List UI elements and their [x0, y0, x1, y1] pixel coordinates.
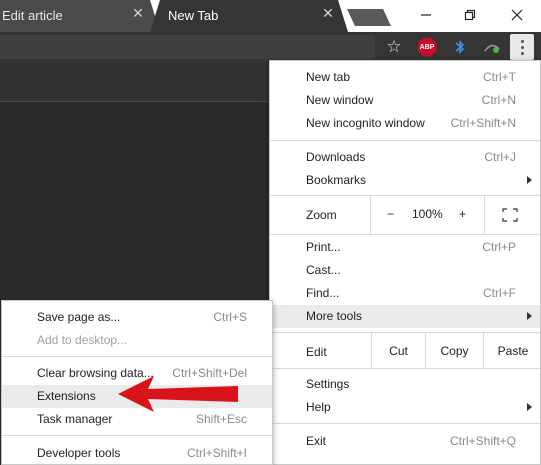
abp-badge: ABP — [417, 37, 437, 57]
tab-strip: Edit article ✕ New Tab ✕ — [0, 0, 541, 32]
menu-item-shortcut: Ctrl+Shift+Q — [449, 434, 516, 448]
cut-button[interactable]: Cut — [371, 333, 425, 368]
menu-item-label: Developer tools — [37, 446, 121, 460]
minimize-icon — [421, 14, 431, 16]
menu-item-label: Help — [306, 400, 331, 414]
menu-item-shortcut: Ctrl+T — [483, 70, 516, 84]
tab-edit-article[interactable]: Edit article ✕ — [0, 0, 160, 32]
bookmark-star-icon[interactable]: ☆ — [383, 36, 405, 58]
menu-item-more-tools[interactable]: More tools — [270, 305, 540, 328]
kebab-menu-icon — [520, 39, 524, 55]
copy-button[interactable]: Copy — [425, 333, 483, 368]
menu-item-label: Cast... — [306, 263, 341, 277]
adblock-plus-icon[interactable]: ABP — [416, 36, 438, 58]
menu-item-label: New tab — [306, 70, 351, 84]
toolbar: ☆ ABP — [0, 32, 541, 62]
menu-item-new-window[interactable]: New window Ctrl+N — [270, 89, 540, 112]
zoom-out-button[interactable]: − — [387, 207, 394, 221]
menu-divider — [2, 356, 272, 357]
menu-item-shortcut: Ctrl+Shift+N — [450, 116, 516, 130]
zoom-level: 100% — [412, 207, 443, 221]
menu-item-downloads[interactable]: Downloads Ctrl+J — [270, 146, 540, 169]
menu-item-help[interactable]: Help — [270, 396, 540, 419]
chrome-menu-button[interactable] — [510, 34, 534, 60]
extension-blue-icon[interactable] — [449, 36, 471, 58]
menu-item-cast[interactable]: Cast... — [270, 259, 540, 282]
restore-icon — [464, 9, 476, 21]
menu-item-shortcut: Ctrl+P — [482, 240, 516, 254]
tab-title: Edit article — [2, 8, 63, 23]
window-close-button[interactable] — [494, 2, 540, 28]
submenu-item-developer-tools[interactable]: Developer tools Ctrl+Shift+I — [2, 442, 272, 465]
menu-item-label: Exit — [306, 434, 327, 448]
menu-item-label: Extensions — [37, 389, 96, 403]
close-icon[interactable]: ✕ — [321, 6, 335, 20]
zoom-label: Zoom — [306, 208, 337, 222]
menu-item-shortcut: Ctrl+F — [483, 286, 516, 300]
menu-item-label: Task manager — [37, 412, 113, 426]
menu-item-shortcut: Ctrl+Shift+I — [186, 446, 247, 460]
submenu-item-add-to-desktop: Add to desktop... — [2, 329, 272, 352]
menu-item-label: Settings — [306, 377, 350, 391]
menu-item-label: Print... — [306, 240, 341, 254]
zoom-in-button[interactable]: + — [459, 207, 466, 221]
menu-item-shortcut: Ctrl+J — [484, 150, 516, 164]
new-tab-button[interactable] — [347, 9, 391, 26]
menu-item-label: Add to desktop... — [37, 333, 128, 347]
menu-item-new-incognito-window[interactable]: New incognito window Ctrl+Shift+N — [270, 112, 540, 135]
submenu-arrow-icon — [527, 176, 532, 184]
menu-item-label: Find... — [306, 286, 340, 300]
submenu-arrow-icon — [527, 312, 532, 320]
chrome-main-menu: New tab Ctrl+T New window Ctrl+N New inc… — [269, 60, 541, 465]
menu-item-label: New window — [306, 93, 374, 107]
menu-item-label: Save page as... — [37, 310, 121, 324]
menu-item-print[interactable]: Print... Ctrl+P — [270, 236, 540, 259]
menu-divider — [270, 368, 540, 369]
submenu-arrow-icon — [527, 403, 532, 411]
menu-item-exit[interactable]: Exit Ctrl+Shift+Q — [270, 430, 540, 453]
menu-item-label: Downloads — [306, 150, 366, 164]
network-icon — [484, 44, 500, 53]
edit-label: Edit — [306, 345, 327, 359]
address-bar[interactable] — [0, 35, 375, 59]
restore-button[interactable] — [447, 2, 493, 28]
menu-divider — [270, 423, 540, 424]
fullscreen-icon[interactable] — [502, 208, 518, 222]
menu-item-shortcut: Ctrl+N — [481, 93, 516, 107]
tab-new-tab[interactable]: New Tab ✕ — [150, 0, 348, 32]
menu-item-label: Bookmarks — [306, 173, 367, 187]
menu-divider — [270, 140, 540, 141]
menu-divider — [2, 435, 272, 436]
submenu-item-save-page-as[interactable]: Save page as... Ctrl+S — [2, 306, 272, 329]
paste-button[interactable]: Paste — [483, 333, 541, 368]
menu-item-bookmarks[interactable]: Bookmarks — [270, 169, 540, 192]
close-icon[interactable]: ✕ — [131, 6, 145, 20]
close-icon — [511, 9, 523, 21]
zoom-controls: − 100% + — [370, 195, 485, 234]
bluetooth-like-icon — [455, 40, 465, 54]
minimize-button[interactable] — [403, 2, 449, 28]
menu-item-shortcut: Shift+Esc — [195, 412, 247, 426]
menu-item-label: New incognito window — [306, 116, 425, 130]
edit-row: Edit Cut Copy Paste — [270, 333, 540, 368]
zoom-row: Zoom − 100% + — [270, 195, 540, 234]
menu-item-shortcut: Ctrl+S — [213, 310, 247, 324]
menu-item-new-tab[interactable]: New tab Ctrl+T — [270, 66, 540, 89]
menu-item-find[interactable]: Find... Ctrl+F — [270, 282, 540, 305]
extension-green-icon[interactable] — [481, 36, 503, 58]
menu-item-settings[interactable]: Settings — [270, 373, 540, 396]
menu-divider — [270, 234, 540, 235]
red-arrow-annotation — [118, 376, 238, 412]
tab-title: New Tab — [168, 8, 219, 23]
menu-item-label: More tools — [306, 309, 363, 323]
